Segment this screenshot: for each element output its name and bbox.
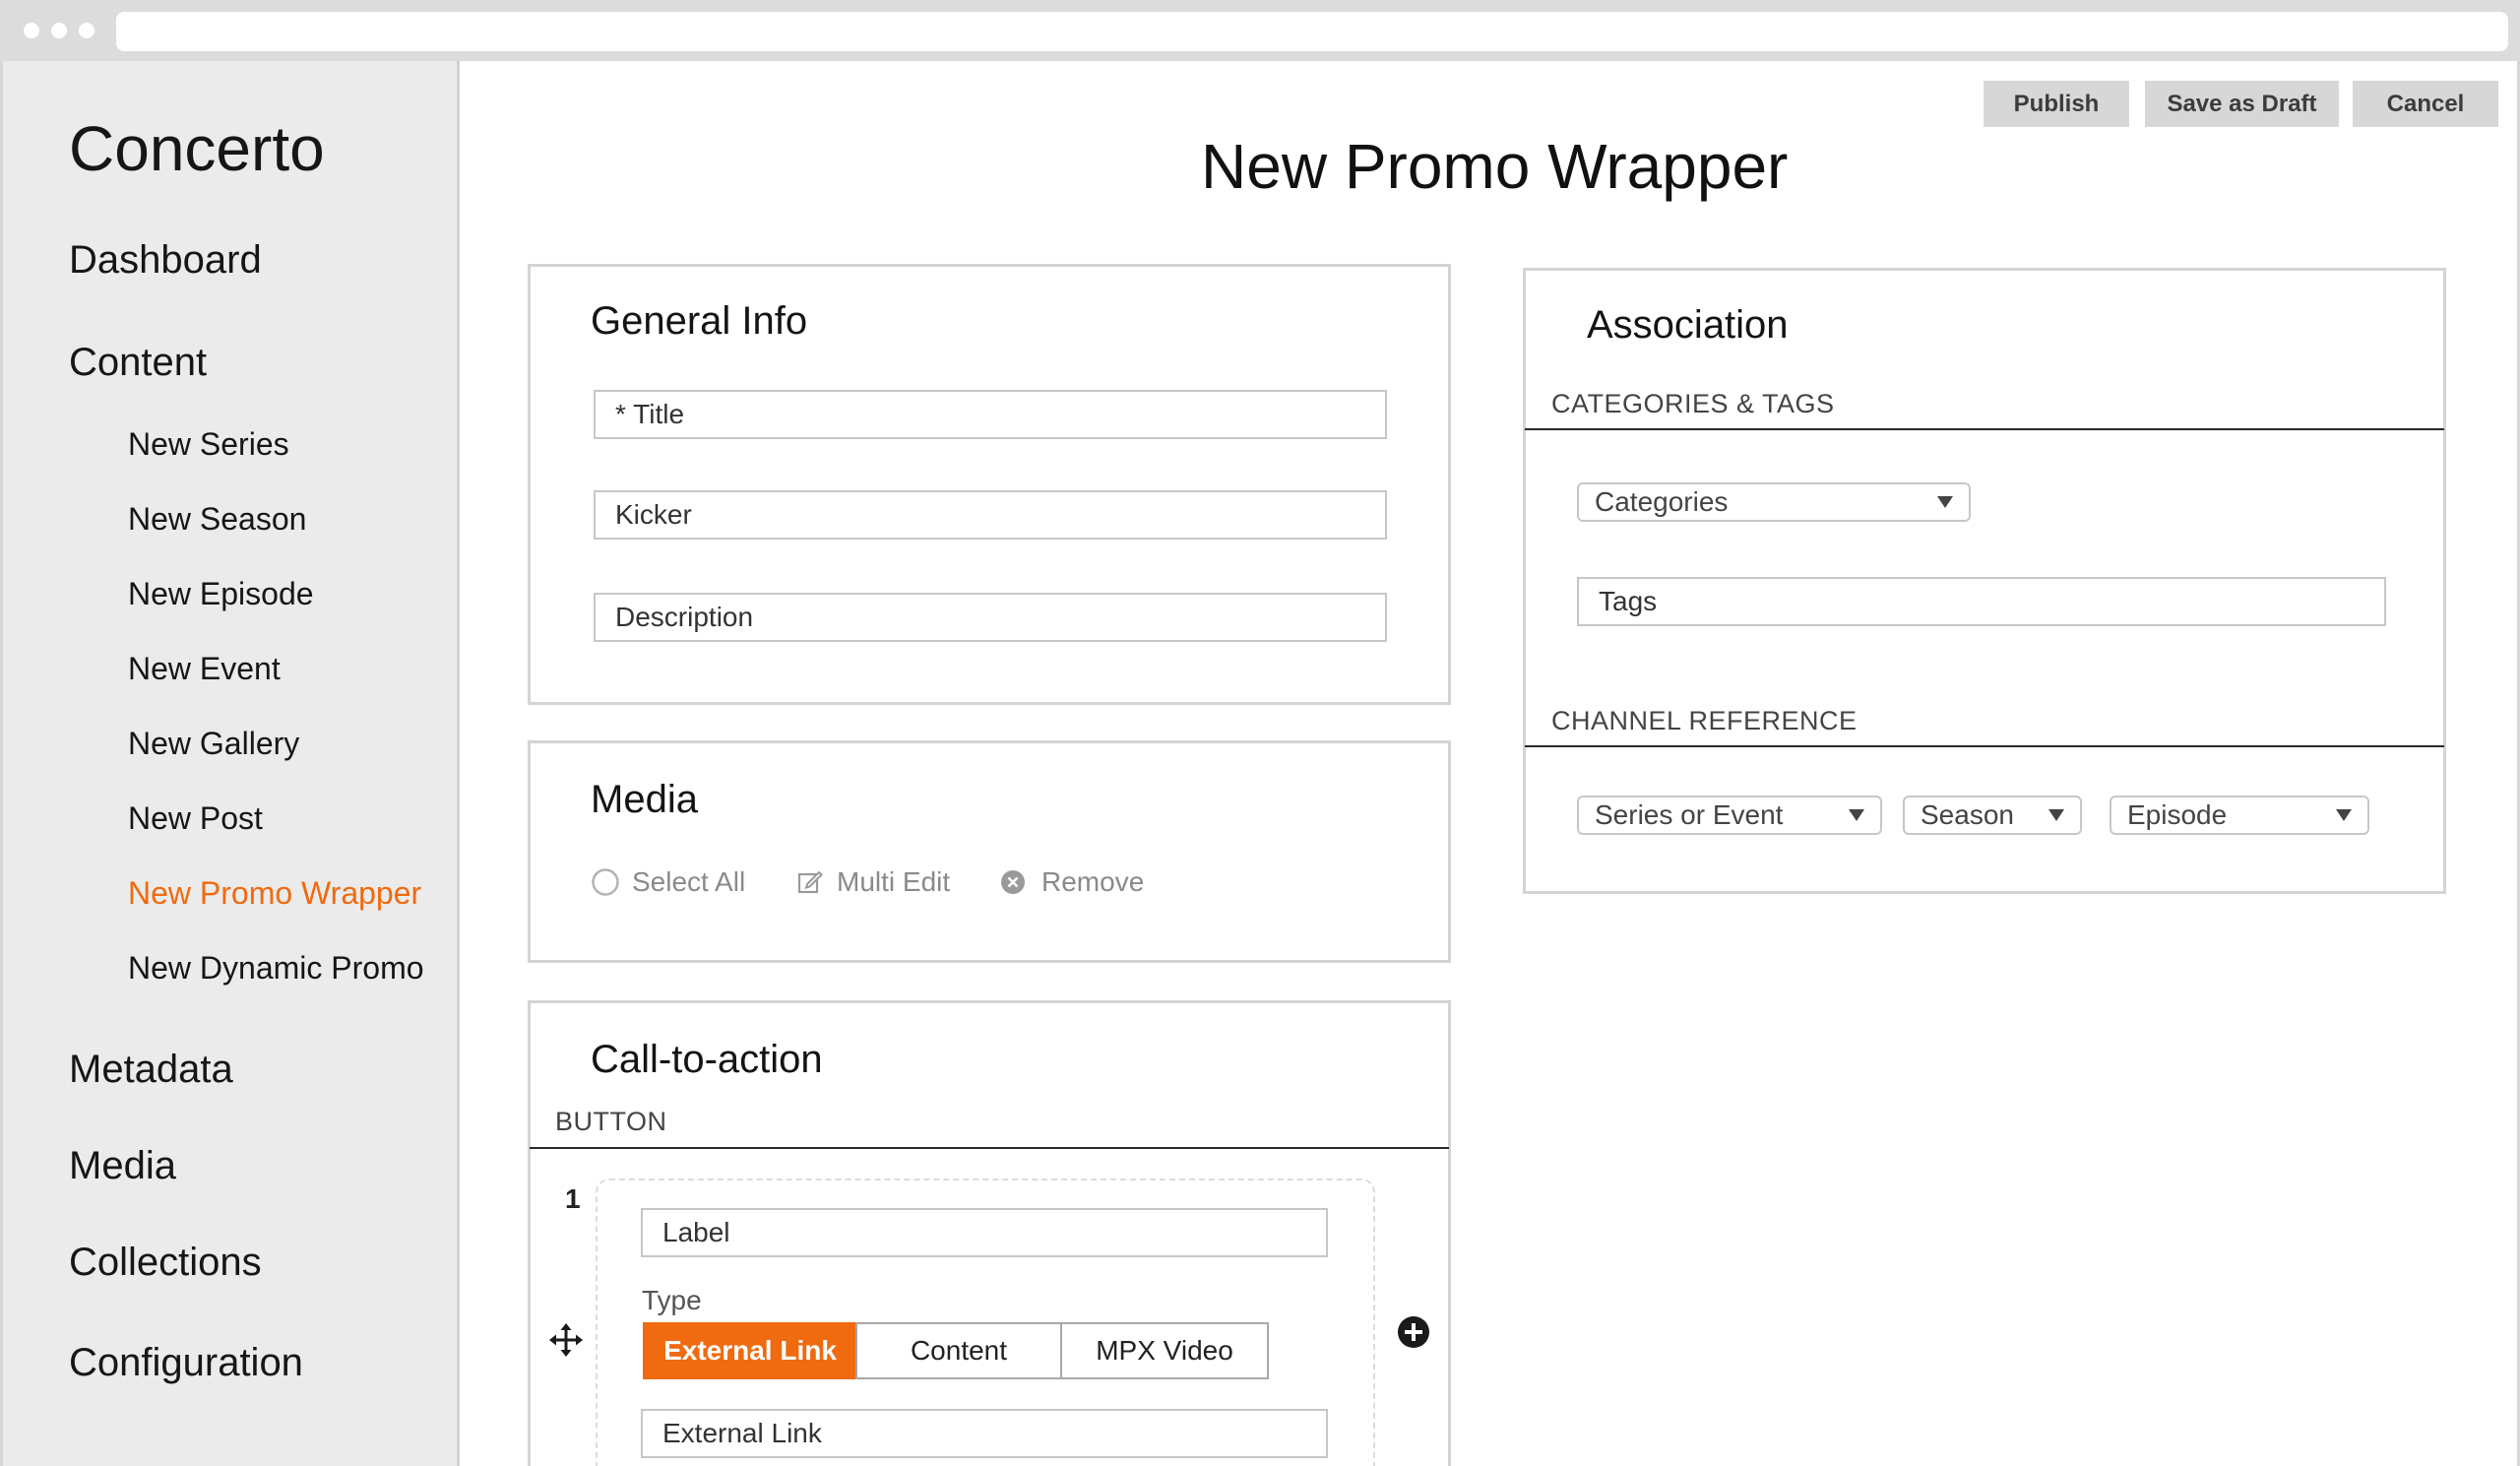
caret-down-icon bbox=[1937, 496, 1953, 508]
season-select[interactable]: Season bbox=[1903, 796, 2082, 835]
type-option-mpx-video[interactable]: MPX Video bbox=[1060, 1322, 1269, 1379]
label-input[interactable] bbox=[643, 1210, 1326, 1255]
cancel-button[interactable]: Cancel bbox=[2353, 81, 2498, 127]
external-link-input[interactable] bbox=[643, 1411, 1326, 1456]
categories-select[interactable]: Categories bbox=[1577, 482, 1971, 522]
association-title: Association bbox=[1587, 303, 1789, 347]
channel-reference-label: CHANNEL REFERENCE bbox=[1551, 706, 1858, 735]
remove-circle-icon bbox=[1001, 870, 1025, 894]
sidebar-subitem-new-post[interactable]: New Post bbox=[128, 800, 263, 837]
external-link-field[interactable] bbox=[641, 1409, 1328, 1458]
type-option-content[interactable]: Content bbox=[855, 1322, 1062, 1379]
window-dot-icon bbox=[24, 23, 39, 38]
series-or-event-select[interactable]: Series or Event bbox=[1577, 796, 1882, 835]
sidebar-subitem-new-dynamic-promo[interactable]: New Dynamic Promo bbox=[128, 950, 424, 987]
episode-select[interactable]: Episode bbox=[2110, 796, 2369, 835]
categories-tags-label: CATEGORIES & TAGS bbox=[1551, 389, 1835, 418]
remove-action[interactable]: Remove bbox=[1000, 866, 1144, 898]
section-divider bbox=[1525, 745, 2444, 747]
select-all-action[interactable]: Select All bbox=[591, 866, 745, 898]
media-title: Media bbox=[591, 778, 698, 821]
address-bar[interactable] bbox=[116, 12, 2508, 51]
sidebar-subitem-new-series[interactable]: New Series bbox=[128, 426, 289, 463]
sidebar-subitem-new-gallery[interactable]: New Gallery bbox=[128, 726, 299, 762]
sidebar-item-configuration[interactable]: Configuration bbox=[69, 1341, 303, 1385]
multi-edit-label: Multi Edit bbox=[837, 866, 951, 897]
remove-label: Remove bbox=[1041, 866, 1145, 897]
kicker-field[interactable] bbox=[594, 490, 1387, 540]
window-dot-icon bbox=[79, 23, 94, 38]
title-input[interactable] bbox=[596, 392, 1385, 437]
kicker-input[interactable] bbox=[596, 492, 1385, 538]
media-panel bbox=[528, 740, 1451, 963]
title-field[interactable] bbox=[594, 390, 1387, 439]
sidebar-subitem-new-event[interactable]: New Event bbox=[128, 651, 281, 687]
sidebar-item-content[interactable]: Content bbox=[69, 341, 207, 385]
tags-input[interactable] bbox=[1579, 579, 2384, 624]
select-all-label: Select All bbox=[632, 866, 746, 897]
window-dot-icon bbox=[51, 23, 67, 38]
save-as-draft-button[interactable]: Save as Draft bbox=[2145, 81, 2339, 127]
season-select-value: Season bbox=[1921, 799, 2014, 830]
sidebar-item-metadata[interactable]: Metadata bbox=[69, 1048, 233, 1092]
move-arrows-icon[interactable] bbox=[548, 1322, 584, 1358]
section-divider bbox=[1525, 428, 2444, 430]
sidebar-item-media[interactable]: Media bbox=[69, 1144, 176, 1188]
radio-circle-icon bbox=[592, 868, 619, 896]
type-label: Type bbox=[642, 1285, 702, 1315]
edit-icon bbox=[797, 870, 823, 894]
multi-edit-action[interactable]: Multi Edit bbox=[797, 866, 950, 898]
categories-select-value: Categories bbox=[1595, 486, 1729, 517]
caret-down-icon bbox=[2336, 809, 2352, 821]
sidebar-item-dashboard[interactable]: Dashboard bbox=[69, 238, 262, 283]
publish-button[interactable]: Publish bbox=[1984, 81, 2129, 127]
sidebar-subitem-new-season[interactable]: New Season bbox=[128, 501, 306, 538]
page-title: New Promo Wrapper bbox=[1201, 131, 1789, 202]
general-info-title: General Info bbox=[591, 299, 808, 343]
section-divider bbox=[530, 1147, 1449, 1149]
sidebar-item-collections[interactable]: Collections bbox=[69, 1241, 262, 1285]
description-input[interactable] bbox=[596, 595, 1385, 640]
description-field[interactable] bbox=[594, 593, 1387, 642]
button-index: 1 bbox=[565, 1183, 581, 1214]
brand-logo: Concerto bbox=[69, 113, 325, 184]
caret-down-icon bbox=[2048, 809, 2064, 821]
type-option-external-link[interactable]: External Link bbox=[643, 1322, 857, 1379]
tags-field[interactable] bbox=[1577, 577, 2386, 626]
label-field[interactable] bbox=[641, 1208, 1328, 1257]
series-or-event-select-value: Series or Event bbox=[1595, 799, 1784, 830]
call-to-action-title: Call-to-action bbox=[591, 1038, 823, 1081]
sidebar-subitem-new-promo-wrapper[interactable]: New Promo Wrapper bbox=[128, 875, 421, 912]
episode-select-value: Episode bbox=[2127, 799, 2228, 830]
caret-down-icon bbox=[1849, 809, 1864, 821]
sidebar-subitem-new-episode[interactable]: New Episode bbox=[128, 576, 314, 612]
browser-chrome bbox=[0, 0, 2520, 61]
button-section-label: BUTTON bbox=[555, 1107, 667, 1136]
plus-circle-icon[interactable] bbox=[1397, 1315, 1430, 1349]
